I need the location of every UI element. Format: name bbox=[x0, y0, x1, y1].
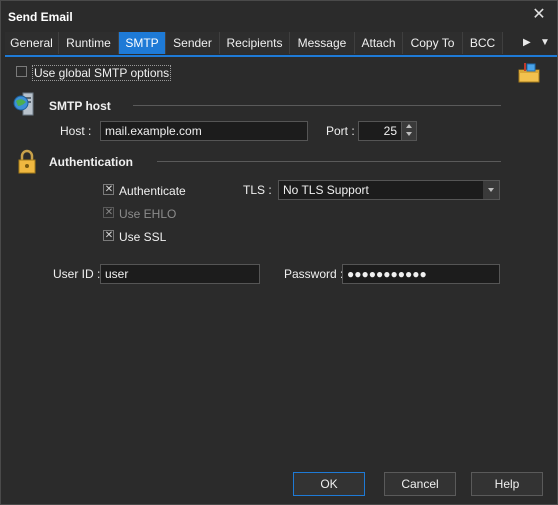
use-ssl-label: Use SSL bbox=[119, 230, 167, 244]
use-ehlo-label: Use EHLO bbox=[119, 207, 177, 221]
tab-recipients[interactable]: Recipients bbox=[220, 32, 290, 54]
tab-menu-icon[interactable]: ▼ bbox=[540, 32, 550, 54]
authentication-heading: Authentication bbox=[49, 155, 133, 169]
tab-scroll-right-icon[interactable]: ▶ bbox=[523, 32, 531, 54]
padlock-icon bbox=[18, 149, 36, 174]
cancel-button[interactable]: Cancel bbox=[384, 472, 456, 496]
use-ehlo-checkbox[interactable] bbox=[103, 206, 114, 219]
tls-select[interactable]: No TLS Support bbox=[278, 180, 500, 200]
tab-runtime[interactable]: Runtime bbox=[59, 32, 119, 54]
host-input[interactable]: mail.example.com bbox=[100, 121, 308, 141]
tab-message[interactable]: Message bbox=[290, 32, 355, 54]
tab-copy-to[interactable]: Copy To bbox=[403, 32, 463, 54]
use-ssl-checkbox[interactable] bbox=[103, 229, 114, 242]
use-global-smtp-label[interactable]: Use global SMTP options bbox=[32, 65, 172, 81]
smtp-panel: Use global SMTP options SMTP host Host :… bbox=[1, 57, 557, 504]
port-up-arrow-icon[interactable] bbox=[406, 124, 412, 128]
tls-selected-value: No TLS Support bbox=[283, 183, 369, 197]
smtp-host-heading: SMTP host bbox=[49, 99, 111, 113]
port-label: Port : bbox=[326, 124, 355, 138]
userid-input[interactable]: user bbox=[100, 264, 260, 284]
authentication-divider bbox=[157, 161, 501, 162]
window-title: Send Email bbox=[8, 10, 73, 24]
authenticate-checkbox[interactable] bbox=[103, 183, 114, 196]
host-label: Host : bbox=[60, 124, 92, 138]
port-down-arrow-icon[interactable] bbox=[406, 132, 412, 136]
tab-attach[interactable]: Attach bbox=[355, 32, 403, 54]
use-global-smtp-checkbox[interactable] bbox=[16, 66, 27, 77]
port-input[interactable]: 25 bbox=[358, 121, 402, 141]
tab-bcc[interactable]: BCC bbox=[463, 32, 503, 54]
mailbox-toolbar-icon[interactable] bbox=[516, 61, 542, 85]
tab-smtp[interactable]: SMTP bbox=[119, 32, 166, 54]
password-input[interactable]: ●●●●●●●●●●● bbox=[342, 264, 500, 284]
title-bar: Send Email ✕ bbox=[1, 1, 557, 31]
password-label: Password : bbox=[284, 267, 344, 281]
tab-general[interactable]: General bbox=[5, 32, 59, 54]
tab-strip: General Runtime SMTP Sender Recipients M… bbox=[5, 32, 557, 57]
close-icon[interactable]: ✕ bbox=[531, 6, 547, 24]
chevron-down-icon[interactable] bbox=[483, 181, 499, 199]
tls-label: TLS : bbox=[243, 183, 272, 197]
authenticate-label: Authenticate bbox=[119, 184, 186, 198]
tab-sender[interactable]: Sender bbox=[166, 32, 220, 54]
userid-label: User ID : bbox=[53, 267, 101, 281]
server-globe-icon bbox=[13, 92, 34, 116]
smtp-host-divider bbox=[133, 105, 501, 106]
ok-button[interactable]: OK bbox=[293, 472, 365, 496]
send-email-dialog: Send Email ✕ General Runtime SMTP Sender… bbox=[0, 0, 558, 505]
port-stepper[interactable] bbox=[401, 121, 417, 141]
help-button[interactable]: Help bbox=[471, 472, 543, 496]
